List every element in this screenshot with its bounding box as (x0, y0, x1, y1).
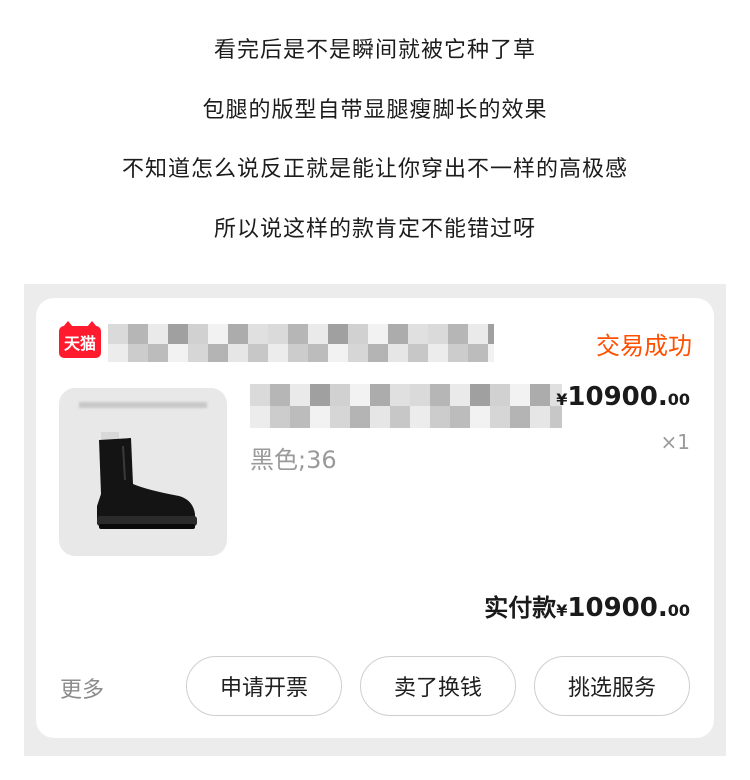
caption-line-4: 所以说这样的款肯定不能错过呀 (213, 217, 536, 242)
product-thumbnail[interactable] (59, 388, 227, 556)
caption-line-2: 包腿的版型自带显腿瘦脚长的效果 (202, 98, 548, 123)
caption-line-3: 不知道怎么说反正就是能让你穿出不一样的高极感 (121, 157, 628, 182)
price-decimal: 00 (667, 390, 690, 409)
price-integer: 10900. (567, 382, 668, 412)
total-decimal: 00 (667, 601, 690, 620)
store-name-redacted[interactable] (108, 324, 494, 344)
total-currency: ¥ (556, 601, 568, 620)
boot-image (97, 432, 197, 529)
product-variant: 黑色;36 (250, 446, 337, 474)
product-title-redacted-row (250, 406, 562, 428)
store-badge-label: 天猫 (63, 334, 96, 353)
product-price: ¥10900.00 (556, 382, 690, 412)
product-quantity: ×1 (660, 430, 690, 454)
total-label: 实付款 (484, 594, 557, 622)
choose-service-button[interactable]: 挑选服务 (534, 656, 690, 716)
tmall-logo-icon: 天猫 (59, 321, 101, 358)
request-invoice-button[interactable]: 申请开票 (186, 656, 342, 716)
resell-button[interactable]: 卖了换钱 (360, 656, 516, 716)
store-name-redacted-row (108, 344, 494, 362)
price-currency: ¥ (556, 390, 568, 409)
thumbnail-header-blur (79, 402, 207, 408)
order-total: 实付款¥10900.00 (484, 588, 690, 623)
order-status: 交易成功 (596, 332, 692, 360)
caption-line-1: 看完后是不是瞬间就被它种了草 (213, 38, 536, 63)
total-integer: 10900. (567, 593, 668, 623)
product-title-redacted[interactable] (250, 384, 562, 406)
more-link[interactable]: 更多 (60, 672, 104, 704)
